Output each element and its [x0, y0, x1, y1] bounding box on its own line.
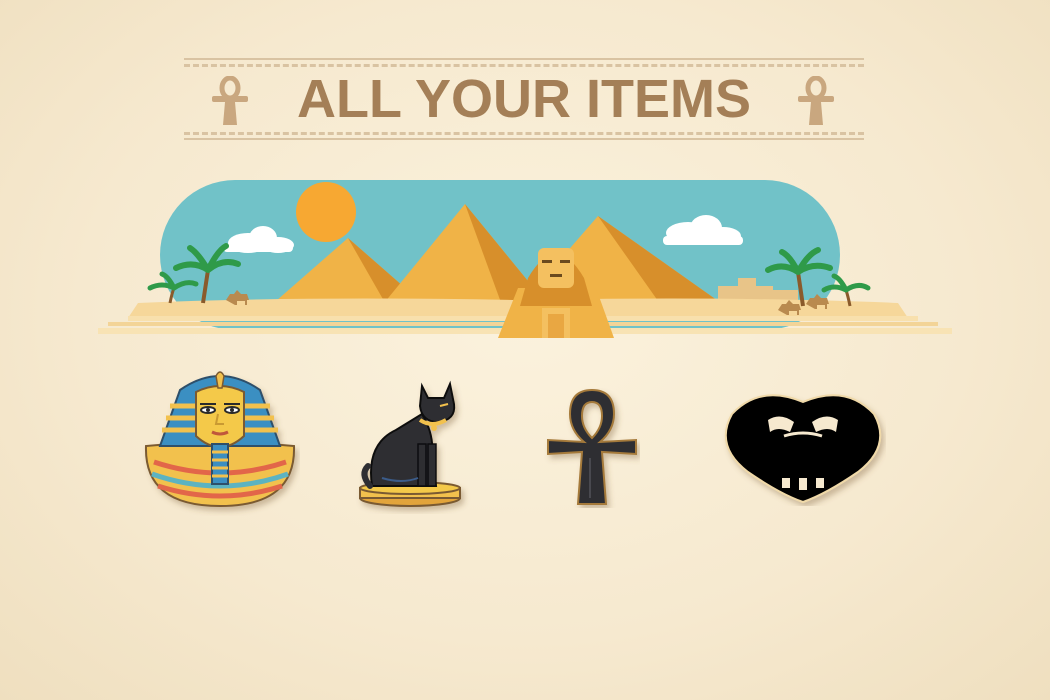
- banner-top-dashes: [184, 64, 864, 67]
- banner-bottom-line: [184, 138, 864, 140]
- ankh-icon[interactable]: [544, 388, 640, 508]
- page-title: ALL YOUR ITEMS: [296, 69, 752, 129]
- cat-statue-icon[interactable]: [352, 374, 472, 514]
- items-row: [0, 360, 1050, 520]
- title-banner: ALL YOUR ITEMS: [184, 58, 864, 140]
- banner-bottom-dashes: [184, 132, 864, 135]
- pharaoh-mask-icon[interactable]: [140, 366, 300, 516]
- scarab-heart-icon[interactable]: [720, 390, 886, 506]
- sun-icon: [296, 182, 356, 242]
- banner-top-line: [184, 58, 864, 60]
- right-ankh-icon: [798, 76, 834, 125]
- egypt-scene-illustration: [98, 180, 952, 338]
